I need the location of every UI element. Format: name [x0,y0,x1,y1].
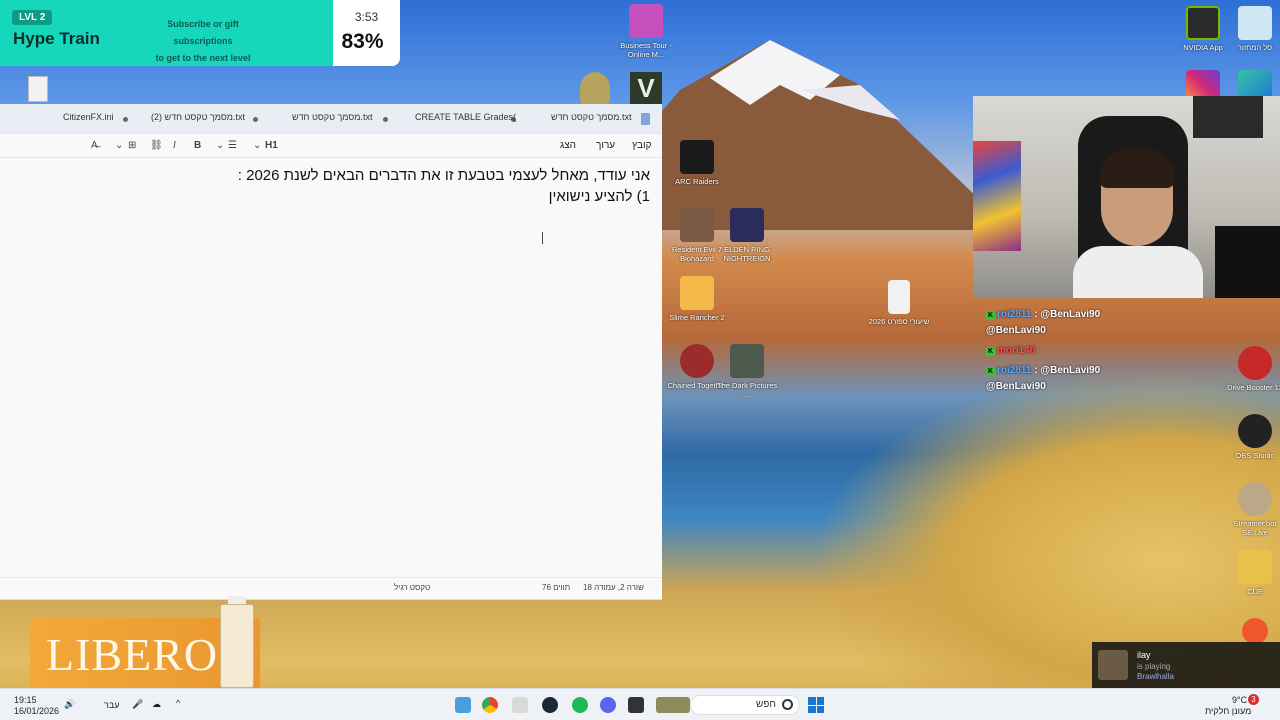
terminal-icon[interactable] [628,697,644,713]
sponsor-ad: LIBERO [30,596,260,690]
clear-format-icon[interactable]: A̶ [91,140,98,151]
heading-button[interactable]: H1 [265,140,278,151]
desktop-icon-cue[interactable]: CUE [1224,550,1280,596]
char-count: 76 תווים [542,583,571,592]
desktop-icon-text-file[interactable]: שיעורי ספורט 2026 [868,280,930,326]
search-icon [782,699,793,710]
menu-edit[interactable]: ערוך [596,140,615,151]
hype-train-progress: 3:53 83% [333,0,400,66]
grass-wallpaper [820,370,1280,688]
menu-bar: קובץ ערוך הצג H1 ⌄ ☰ ⌄ B I ⛓ ⊞ ⌄ A̶ [0,134,662,158]
text-format: טקסט רגיל [394,583,431,592]
hype-train-widget: LVL 2 Hype Train Subscribe or gift subsc… [0,0,400,66]
text-file-icon[interactable] [28,76,48,102]
speaker-icon[interactable]: 🔊 [64,699,75,710]
gta-v-icon[interactable]: V [630,72,662,104]
text-cursor [542,232,543,244]
tab-bar: מסמך טקסט חדש.txt CREATE TABLE Grades( מ… [0,104,662,134]
chevron-down-icon[interactable]: ⌄ [253,140,261,151]
desktop-icon-slime-rancher[interactable]: Slime Rancher 2 [666,276,728,322]
hype-train-message: Subscribe or gift subscriptions to get t… [155,19,251,63]
table-icon[interactable]: ⊞ [128,140,136,151]
tab-5[interactable]: CitizenFX.ini [63,112,114,122]
tab-1[interactable]: מסמך טקסט חדש.txt [551,112,631,122]
webcam-feed [973,96,1280,298]
cursor-position: שורה 2, עמודה 18 [583,583,644,592]
cloud-off-icon[interactable]: ☁ [152,699,161,710]
list-icon[interactable]: ☰ [228,140,237,151]
tab-3[interactable]: מסמך טקסט חדש.txt [292,112,372,122]
chat-message: Kmori146 [986,345,1036,356]
italic-icon[interactable]: I [173,140,176,151]
unsaved-dot-icon [123,117,128,122]
text-editor[interactable]: אני עודד, מאחל לעצמי בטבעת זו את הדברים … [0,162,662,572]
unsaved-dot-icon [383,117,388,122]
tab-2[interactable]: CREATE TABLE Grades( [415,112,516,122]
taskbar: 19:15 16/01/2026 🔊 עבר 🎤 ☁ ^ חפש 9°C מעו… [0,688,1280,720]
chat-message: @BenLavi90 [986,325,1046,336]
link-icon[interactable]: ⛓ [150,140,163,151]
notification-game: Brawlhalla [1137,672,1174,681]
game-taskbar-icon[interactable] [656,697,690,713]
perfume-bottle-icon [220,604,254,688]
chat-message: Kroi2811 : @BenLavi90 [986,365,1101,376]
bold-icon[interactable]: B [194,140,201,151]
desktop-icon-recycle-bin[interactable]: סל המחזור [1224,6,1280,52]
game-notification[interactable]: ilay is playing Brawlhalla [1092,642,1280,688]
menu-file[interactable]: קובץ [632,140,652,151]
chat-message: @BenLavi90 [986,381,1046,392]
microphone-icon[interactable]: 🎤 [132,699,143,710]
text-line-2: 1) להציע נישואין [548,188,650,205]
desktop-icon-streamer-bot[interactable]: Streamer.bot SE.Live [1224,482,1280,537]
search-label: חפש [756,699,776,710]
hype-train-title: Hype Train [13,29,100,48]
tab-4[interactable]: מסמך טקסט חדש (2).txt [151,112,245,122]
hype-level-badge: LVL 2 [12,10,53,25]
notification-status: is playing [1137,662,1171,671]
status-bar: שורה 2, עמודה 18 76 תווים טקסט רגיל [0,577,662,599]
avatar [1098,650,1128,680]
desktop-icon-arc-raiders[interactable]: ARC Raiders [666,140,728,186]
discord-icon[interactable] [600,697,616,713]
chevron-down-icon[interactable]: ⌄ [216,140,224,151]
steam-icon[interactable] [542,697,558,713]
spotify-icon[interactable] [572,697,588,713]
stream-chat: Kroi2811 : @BenLavi90 @BenLavi90 Kmori14… [986,300,1280,396]
chrome-icon[interactable] [482,697,498,713]
notification-user: ilay [1137,650,1151,660]
chevron-down-icon[interactable]: ⌄ [115,140,123,151]
chat-message: Kroi2811 : @BenLavi90 [986,309,1101,320]
notepad-taskbar-icon[interactable] [455,697,471,713]
clock-date[interactable]: 16/01/2026 [14,706,59,716]
app-icon[interactable] [512,697,528,713]
desktop-icon-obs[interactable]: OBS Studio [1224,414,1280,460]
desktop-icon-business-tour[interactable]: Business Tour - Online M... [615,4,677,59]
clock-time[interactable]: 19:15 [14,695,37,705]
unsaved-dot-icon [253,117,258,122]
desktop-icon-dark-pictures[interactable]: The Dark Pictures ... [716,344,778,399]
ad-brand: LIBERO [46,629,219,680]
notification-count-badge: 3 [1248,694,1259,705]
weather-desc[interactable]: מעונן חלקית [1205,706,1251,716]
weather-temp[interactable]: 9°C [1232,695,1247,705]
desktop-icon-elden-ring[interactable]: ELDEN RING NIGHTREIGN [716,208,778,263]
menu-view[interactable]: הצג [560,140,576,151]
game-character-icon[interactable] [580,72,610,104]
text-line-1: אני עודד, מאחל לעצמי בטבעת זו את הדברים … [237,167,650,184]
notepad-icon [641,113,650,125]
language-indicator[interactable]: עבר [104,700,119,710]
hype-percent: 83% [341,30,384,53]
chevron-up-icon[interactable]: ^ [176,698,180,708]
hype-timer: 3:53 [354,10,379,24]
notepad-window: מסמך טקסט חדש.txt CREATE TABLE Grades( מ… [0,104,662,600]
start-button[interactable] [808,697,824,713]
